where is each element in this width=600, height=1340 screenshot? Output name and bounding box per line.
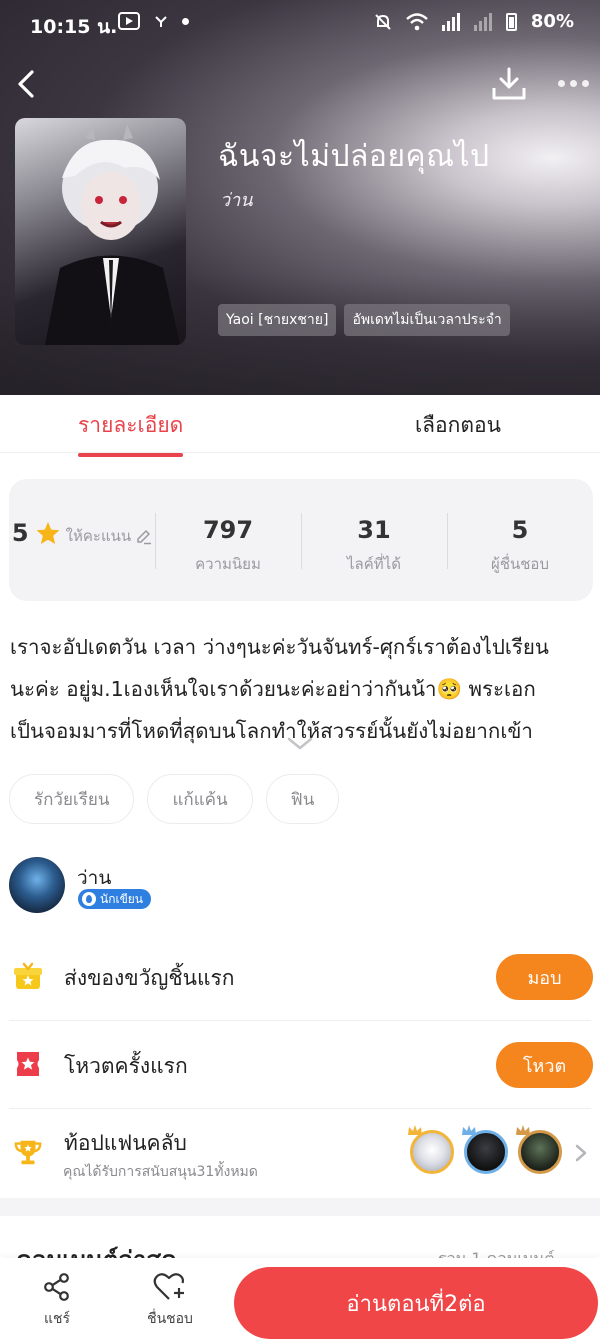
battery-icon xyxy=(505,12,517,31)
continue-reading-button[interactable]: อ่านตอนที่2ต่อ xyxy=(234,1267,598,1339)
top-fans xyxy=(408,1125,562,1174)
gift-icon xyxy=(14,962,42,989)
notification-icon xyxy=(155,16,167,27)
tab-episodes[interactable]: เลือกตอน xyxy=(415,409,501,442)
fans-value: 5 xyxy=(511,516,529,544)
likes-value: 31 xyxy=(357,516,391,544)
popularity-label: ความนิยม xyxy=(195,555,261,573)
tab-details[interactable]: รายละเอียด xyxy=(78,409,184,457)
chevron-right-icon xyxy=(575,1144,587,1162)
section-divider xyxy=(0,1198,600,1216)
heart-plus-icon xyxy=(153,1273,185,1300)
genre-tag[interactable]: แก้แค้น xyxy=(147,774,253,824)
book-cover[interactable] xyxy=(15,118,186,345)
fan-avatar[interactable] xyxy=(516,1125,562,1174)
more-options-button[interactable] xyxy=(552,68,594,98)
like-label: ชื่นชอบ xyxy=(147,1311,193,1327)
book-title: ฉันจะไม่ปล่อยคุณไป xyxy=(218,139,490,174)
stat-popularity: 797 ความนิยม xyxy=(155,479,301,601)
battery-percent: 80% xyxy=(530,11,574,32)
share-button[interactable]: แชร์ xyxy=(27,1272,87,1330)
dot-icon xyxy=(182,17,189,25)
download-icon xyxy=(492,67,526,100)
star-icon xyxy=(36,521,60,544)
give-gift-button[interactable]: มอบ xyxy=(496,954,593,1000)
fanclub-label: ท้อปแฟนคลับ xyxy=(64,1131,187,1155)
crown-icon xyxy=(408,1125,422,1135)
description-line: นะค่ะ อยู่ม.1เองเห็นใจเราด้วยนะค่ะอย่าว่… xyxy=(10,677,536,701)
back-button[interactable] xyxy=(8,64,44,104)
share-icon xyxy=(44,1273,69,1301)
genre-tag[interactable]: ฟิน xyxy=(265,774,340,824)
download-button[interactable] xyxy=(490,66,528,102)
stat-likes: 31 ไลค์ที่ได้ xyxy=(301,479,447,601)
cover-illustration xyxy=(45,124,180,345)
vote-button[interactable]: โหวต xyxy=(496,1042,593,1088)
top-nav-bar xyxy=(0,58,600,108)
book-author[interactable]: ว่าน xyxy=(220,185,253,214)
pencil-icon xyxy=(137,529,152,544)
description-line: เราจะอัปเดตวัน เวลา ว่างๆนะค่ะวันจันทร์-… xyxy=(10,635,549,659)
writer-badge-icon xyxy=(82,892,96,906)
like-button[interactable]: ชื่นชอบ xyxy=(140,1272,200,1330)
genre-tags: รักวัยเรียน แก้แค้น ฟิน xyxy=(9,774,340,824)
gift-label: ส่งของขวัญชิ้นแรก xyxy=(64,966,235,990)
book-tags: Yaoi [ชายxชาย] อัพเดทไม่เป็นเวลาประจำ xyxy=(218,304,510,336)
rating-value: 5 xyxy=(11,519,29,547)
crown-icon xyxy=(516,1125,530,1135)
fans-label: ผู้ชื่นชอบ xyxy=(491,555,549,573)
vote-ticket-icon xyxy=(17,1052,39,1076)
signal-icon xyxy=(441,12,460,31)
share-label: แชร์ xyxy=(43,1311,71,1327)
writer-badge-label: นักเขียน xyxy=(100,891,144,906)
detail-tabs: รายละเอียด เลือกตอน xyxy=(0,395,600,457)
genre-tag[interactable]: รักวัยเรียน xyxy=(9,774,135,824)
fanclub-row[interactable]: ท้อปแฟนคลับ คุณได้รับการสนับสนุน31ทั้งหม… xyxy=(0,1109,600,1197)
bottom-action-bar: แชร์ ชื่นชอบ อ่านตอนที่2ต่อ xyxy=(0,1258,600,1340)
stats-panel: 5 ให้คะแนน 797 ความนิยม 31 ไลค์ที่ได้ 5 … xyxy=(9,479,593,601)
fan-avatar[interactable] xyxy=(462,1125,508,1174)
vote-label: โหวตครั้งแรก xyxy=(64,1054,188,1078)
book-tag-category[interactable]: Yaoi [ชายxชาย] xyxy=(218,304,337,336)
book-description[interactable]: เราจะอัปเดตวัน เวลา ว่างๆนะค่ะวันจันทร์-… xyxy=(10,626,590,752)
more-dots-icon xyxy=(557,79,565,87)
vote-row: โหวตครั้งแรก โหวต xyxy=(0,1021,600,1109)
status-bar: 10:15 น. 80% xyxy=(0,0,600,46)
likes-label: ไลค์ที่ได้ xyxy=(347,555,401,573)
stat-fans: 5 ผู้ชื่นชอบ xyxy=(447,479,593,601)
wifi-icon xyxy=(406,12,428,30)
popularity-value: 797 xyxy=(202,516,254,544)
mute-icon xyxy=(375,13,391,30)
chevron-left-icon xyxy=(18,70,34,98)
expand-description-icon[interactable] xyxy=(287,736,313,752)
status-time: 10:15 น. xyxy=(30,16,118,38)
hero-header: 10:15 น. 80% ฉันจะไม่ปล่อยคุณไป ว่าน Yao… xyxy=(0,0,600,395)
book-tag-update-schedule[interactable]: อัพเดทไม่เป็นเวลาประจำ xyxy=(344,304,510,336)
fanclub-subtitle: คุณได้รับการสนับสนุน31ทั้งหมด xyxy=(63,1164,258,1180)
crown-icon xyxy=(462,1125,476,1135)
gift-row: ส่งของขวัญชิ้นแรก มอบ xyxy=(0,933,600,1021)
signal-icon-2 xyxy=(473,12,492,31)
stat-rating[interactable]: 5 ให้คะแนน xyxy=(9,479,155,601)
trophy-icon xyxy=(14,1140,42,1165)
author-avatar[interactable] xyxy=(9,857,65,913)
writer-badge: นักเขียน xyxy=(78,889,152,909)
youtube-icon xyxy=(118,12,140,30)
rating-label: ให้คะแนน xyxy=(65,527,132,545)
fan-avatar[interactable] xyxy=(408,1125,454,1174)
